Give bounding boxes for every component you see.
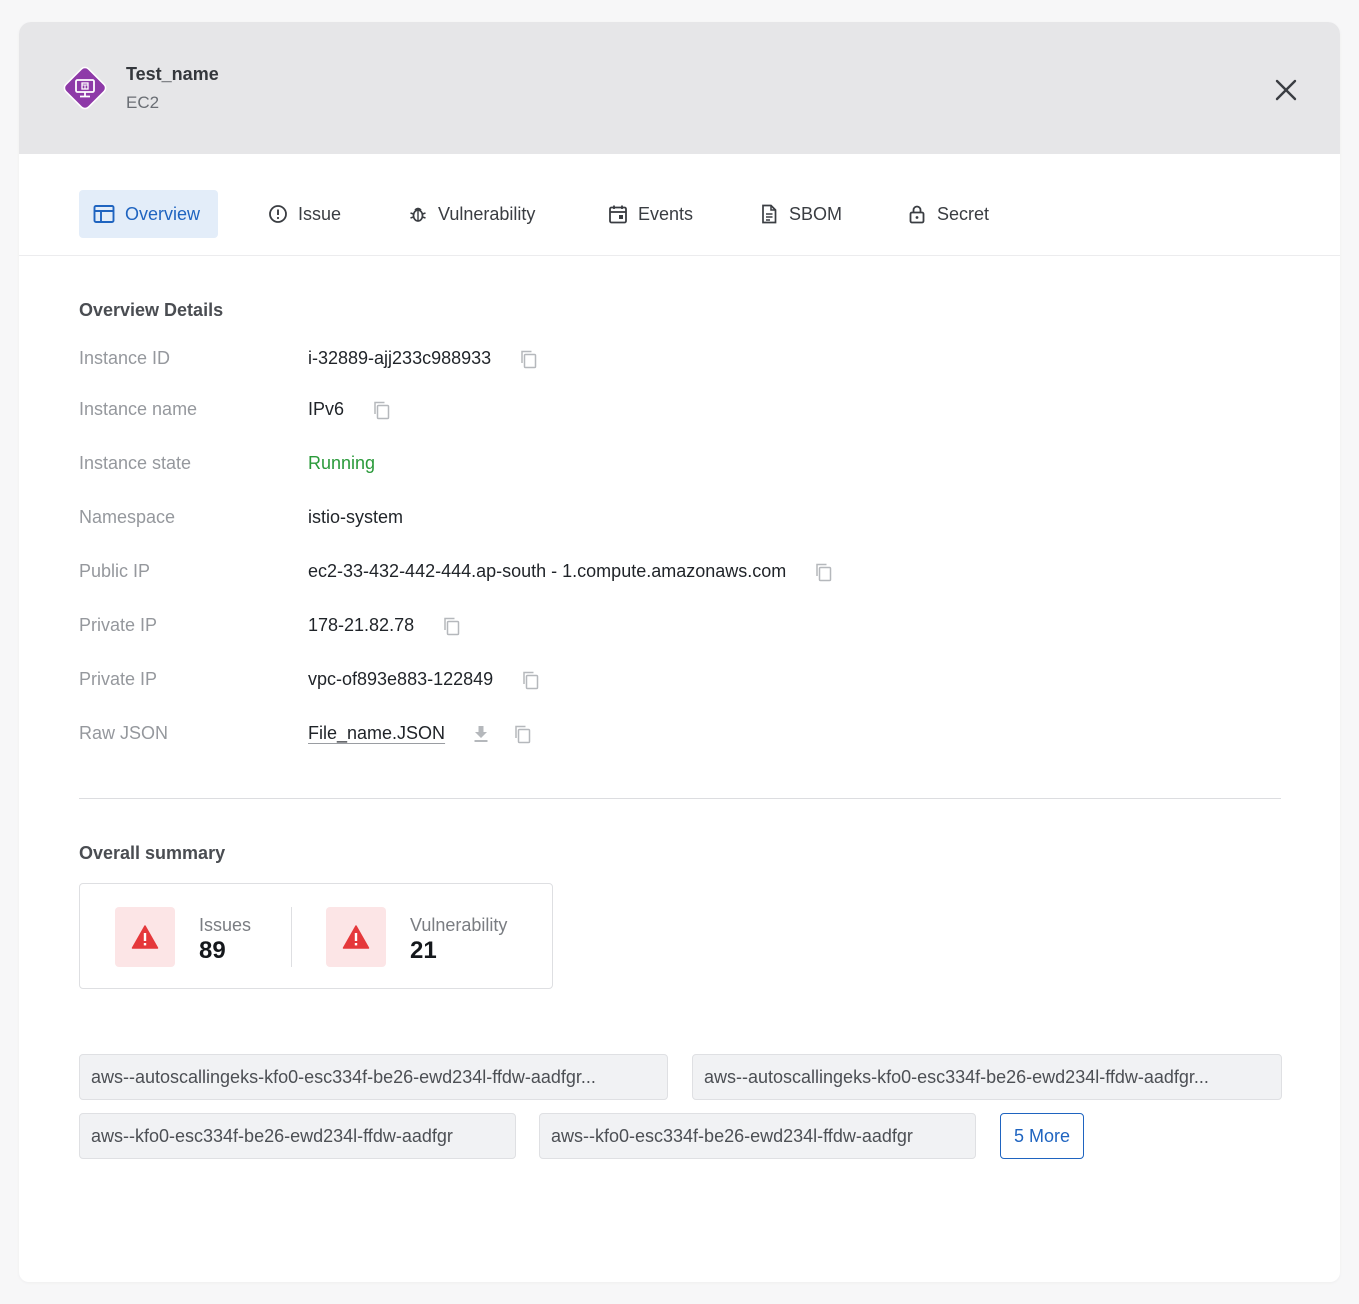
resource-tag[interactable]: aws--autoscallingeks-kfo0-esc334f-be26-e… bbox=[79, 1054, 668, 1100]
private-ip-label: Private IP bbox=[79, 615, 158, 635]
warning-icon bbox=[326, 907, 386, 967]
private-ip-row: 178-21.82.78 bbox=[308, 615, 462, 636]
summary-card: Issues 89 Vulnerability 21 bbox=[79, 883, 553, 989]
copy-icon[interactable] bbox=[442, 616, 462, 636]
private-ip-value: 178-21.82.78 bbox=[308, 615, 415, 635]
vulnerability-label: Vulnerability bbox=[410, 915, 508, 935]
tab-sbom[interactable]: SBOM bbox=[745, 190, 856, 238]
table-layout-icon bbox=[93, 205, 115, 223]
vpc-value: vpc-of893e883-122849 bbox=[308, 669, 494, 689]
asset-type: EC2 bbox=[126, 93, 160, 112]
tab-label: Issue bbox=[298, 203, 342, 224]
instance-name-value: IPv6 bbox=[308, 399, 345, 419]
raw-json-label: Raw JSON bbox=[79, 723, 169, 743]
copy-icon[interactable] bbox=[519, 349, 539, 369]
copy-icon[interactable] bbox=[814, 562, 834, 582]
warning-icon bbox=[115, 907, 175, 967]
instance-id-row: i-32889-ajj233c988933 bbox=[308, 348, 539, 369]
copy-icon[interactable] bbox=[521, 670, 541, 690]
tab-label: Secret bbox=[937, 203, 990, 224]
issues-count: 89 bbox=[199, 937, 226, 964]
tab-label: Events bbox=[638, 203, 694, 224]
public-ip-label: Public IP bbox=[79, 561, 151, 581]
tab-issue[interactable]: Issue bbox=[254, 190, 355, 238]
panel-header: Test_name EC2 bbox=[19, 22, 1340, 154]
raw-json-file-link[interactable]: File_name.JSON bbox=[308, 723, 445, 744]
overall-summary-title: Overall summary bbox=[79, 843, 226, 863]
namespace-value: istio-system bbox=[308, 507, 404, 527]
tab-label: Overview bbox=[125, 203, 201, 224]
instance-state-label: Instance state bbox=[79, 453, 192, 473]
download-icon[interactable] bbox=[471, 724, 491, 744]
tab-label: Vulnerability bbox=[438, 203, 536, 224]
vulnerability-count: 21 bbox=[410, 937, 437, 964]
tab-events[interactable]: Events bbox=[594, 190, 707, 238]
document-icon bbox=[762, 204, 777, 224]
calendar-icon bbox=[609, 205, 627, 224]
asset-title: Test_name bbox=[126, 64, 219, 84]
tab-secret[interactable]: Secret bbox=[893, 190, 1003, 238]
public-ip-row: ec2-33-432-442-444.ap-south - 1.compute.… bbox=[308, 561, 834, 582]
close-icon[interactable] bbox=[1269, 73, 1303, 107]
instance-id-label: Instance ID bbox=[79, 348, 171, 368]
tab-vulnerability[interactable]: Vulnerability bbox=[394, 190, 549, 238]
namespace-label: Namespace bbox=[79, 507, 176, 527]
monitor-box-icon bbox=[59, 62, 111, 114]
instance-name-row: IPv6 bbox=[308, 399, 392, 420]
raw-json-row: File_name.JSON bbox=[308, 723, 533, 744]
summary-separator bbox=[291, 907, 292, 967]
copy-icon[interactable] bbox=[513, 724, 533, 744]
resource-tag[interactable]: aws--autoscallingeks-kfo0-esc334f-be26-e… bbox=[692, 1054, 1282, 1100]
lock-icon bbox=[909, 205, 925, 224]
instance-state-value: Running bbox=[308, 453, 376, 473]
asset-detail-panel: Test_name EC2 Overview Issue Vulnerabili… bbox=[19, 22, 1340, 1282]
alert-circle-icon bbox=[269, 205, 287, 223]
more-tags-button[interactable]: 5 More bbox=[1000, 1113, 1084, 1159]
tab-overview[interactable]: Overview bbox=[79, 190, 218, 238]
copy-icon[interactable] bbox=[372, 400, 392, 420]
issues-label: Issues bbox=[199, 915, 252, 935]
instance-id-value: i-32889-ajj233c988933 bbox=[308, 348, 492, 368]
resource-tag[interactable]: aws--kfo0-esc334f-be26-ewd234l-ffdw-aadf… bbox=[79, 1113, 516, 1159]
public-ip-value: ec2-33-432-442-444.ap-south - 1.compute.… bbox=[308, 561, 787, 581]
overview-details-title: Overview Details bbox=[79, 300, 224, 320]
resource-tag[interactable]: aws--kfo0-esc334f-be26-ewd234l-ffdw-aadf… bbox=[539, 1113, 976, 1159]
vpc-row: vpc-of893e883-122849 bbox=[308, 669, 541, 690]
section-divider bbox=[79, 798, 1281, 799]
private-ip-label-2: Private IP bbox=[79, 669, 158, 689]
tab-label: SBOM bbox=[789, 203, 843, 224]
instance-name-label: Instance name bbox=[79, 399, 198, 419]
bug-icon bbox=[410, 207, 426, 222]
tab-bar: Overview Issue Vulnerability Events SBOM… bbox=[19, 154, 1340, 256]
